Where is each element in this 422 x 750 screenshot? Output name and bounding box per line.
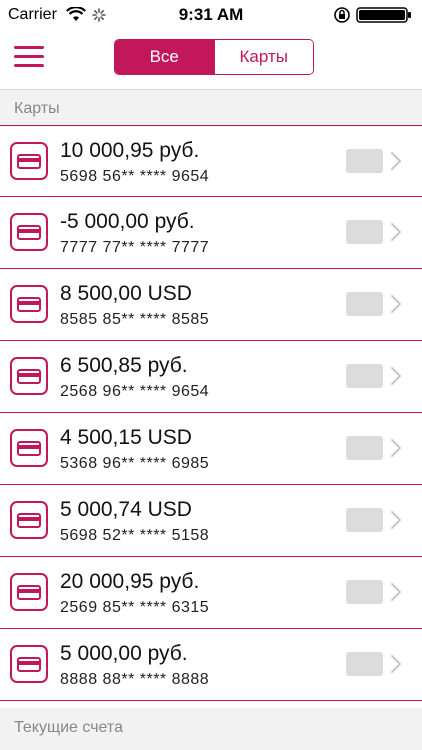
card-row[interactable]: 6 500,85 руб. 2568 96** **** 9654 — [0, 341, 422, 413]
card-row[interactable]: 20 000,95 руб. 2569 85** **** 6315 — [0, 557, 422, 629]
chevron-right-icon — [390, 437, 402, 459]
section-header-accounts: Текущие счета — [0, 708, 422, 750]
credit-card-icon — [10, 573, 48, 611]
card-visibility-toggle[interactable] — [346, 292, 383, 316]
card-balance: -5 000,00 руб. — [60, 210, 195, 233]
card-number: 7777 77** **** 7777 — [60, 239, 210, 256]
card-row[interactable]: -5 000,00 руб. 7777 77** **** 7777 — [0, 197, 422, 269]
credit-card-icon — [10, 429, 48, 467]
card-balance: 4 500,15 USD — [60, 426, 192, 449]
rotation-lock-icon — [334, 6, 350, 29]
card-visibility-toggle[interactable] — [346, 580, 383, 604]
chevron-right-icon — [390, 653, 402, 675]
status-bar: Carrier 9:31 AM — [0, 0, 422, 30]
card-row[interactable]: 5 000,00 руб. 8888 88** **** 8888 — [0, 629, 422, 701]
chevron-right-icon — [390, 509, 402, 531]
chevron-right-icon — [390, 365, 402, 387]
credit-card-icon — [10, 142, 48, 180]
card-number: 8585 85** **** 8585 — [60, 311, 210, 328]
card-visibility-toggle[interactable] — [346, 149, 383, 173]
battery-icon — [356, 7, 412, 28]
card-balance: 20 000,95 руб. — [60, 570, 200, 593]
card-visibility-toggle[interactable] — [346, 436, 383, 460]
credit-card-icon — [10, 357, 48, 395]
credit-card-icon — [10, 213, 48, 251]
card-row[interactable]: 8 500,00 USD 8585 85** **** 8585 — [0, 269, 422, 341]
chevron-right-icon — [390, 221, 402, 243]
card-balance: 5 000,00 руб. — [60, 642, 188, 665]
card-balance: 10 000,95 руб. — [60, 139, 200, 162]
card-balance: 5 000,74 USD — [60, 498, 192, 521]
navigation-bar: Все Карты — [0, 30, 422, 86]
chevron-right-icon — [390, 293, 402, 315]
card-row[interactable]: 4 500,15 USD 5368 96** **** 6985 — [0, 413, 422, 485]
card-row[interactable]: 10 000,95 руб. 5698 56** **** 9654 — [0, 125, 422, 197]
card-number: 8888 88** **** 8888 — [60, 671, 210, 688]
card-number: 5698 56** **** 9654 — [60, 168, 210, 185]
card-balance: 6 500,85 руб. — [60, 354, 188, 377]
chevron-right-icon — [390, 581, 402, 603]
credit-card-icon — [10, 285, 48, 323]
card-visibility-toggle[interactable] — [346, 652, 383, 676]
card-number: 2569 85** **** 6315 — [60, 599, 210, 616]
section-header-cards: Карты — [0, 89, 422, 127]
menu-button[interactable] — [12, 44, 46, 70]
card-number: 5698 52** **** 5158 — [60, 527, 210, 544]
segment-cards[interactable]: Карты — [213, 40, 313, 74]
card-visibility-toggle[interactable] — [346, 220, 383, 244]
credit-card-icon — [10, 501, 48, 539]
segmented-control: Все Карты — [114, 39, 314, 75]
card-balance: 8 500,00 USD — [60, 282, 192, 305]
card-row[interactable]: 5 000,74 USD 5698 52** **** 5158 — [0, 485, 422, 557]
card-number: 2568 96** **** 9654 — [60, 383, 210, 400]
segment-all[interactable]: Все — [115, 40, 214, 74]
card-number: 5368 96** **** 6985 — [60, 455, 210, 472]
card-visibility-toggle[interactable] — [346, 364, 383, 388]
credit-card-icon — [10, 645, 48, 683]
card-visibility-toggle[interactable] — [346, 508, 383, 532]
chevron-right-icon — [390, 150, 402, 172]
cards-list: 10 000,95 руб. 5698 56** **** 9654 -5 00… — [0, 125, 422, 701]
